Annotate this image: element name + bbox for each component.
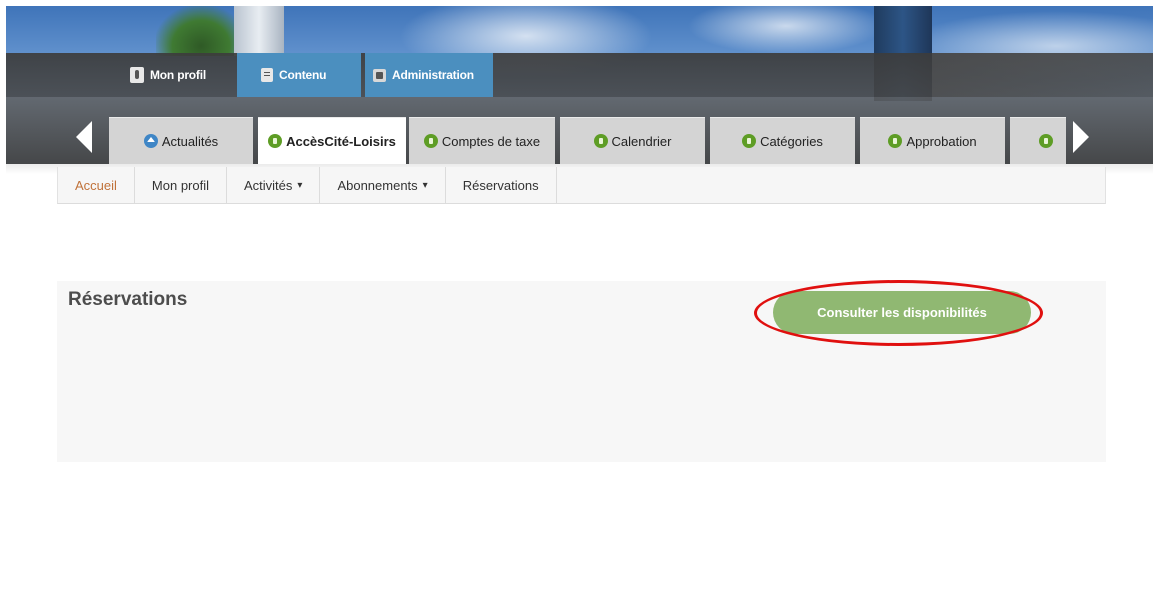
tab-label: Calendrier — [611, 133, 672, 149]
admin-item-label: Mon profil — [150, 68, 206, 82]
admin-item-label: Contenu — [279, 68, 327, 82]
module-subnav: Accueil Mon profil Activités ▾ Abonnemen… — [57, 167, 1106, 204]
tab-label: Actualités — [161, 133, 219, 149]
banner-building-left — [234, 6, 284, 56]
tab-categories[interactable]: Catégories — [710, 117, 855, 164]
reservations-panel: Réservations Consulter les disponibilité… — [57, 281, 1106, 462]
subnav-item-label: Abonnements — [337, 177, 418, 193]
user-icon — [130, 67, 144, 83]
tab-actualites[interactable]: Actualités — [109, 117, 253, 164]
tabs-scroll-right-arrow[interactable] — [1073, 121, 1089, 153]
tab-calendrier[interactable]: Calendrier — [560, 117, 705, 164]
home-icon — [143, 134, 158, 148]
module-icon — [888, 134, 903, 148]
check-availability-button[interactable]: Consulter les disponibilités — [773, 291, 1031, 334]
chevron-down-icon: ▾ — [422, 179, 428, 191]
module-icon — [268, 134, 283, 148]
module-icon — [593, 134, 608, 148]
admin-toolbar: Mon profil Contenu Administration — [6, 53, 1153, 97]
admin-item-administration[interactable]: Administration — [365, 53, 493, 97]
admin-item-label: Administration — [392, 68, 474, 82]
admin-item-contenu[interactable]: Contenu — [237, 53, 361, 97]
tab-label: Approbation — [906, 133, 977, 149]
subnav-item-activites[interactable]: Activités ▾ — [227, 167, 321, 203]
subnav-item-reservations[interactable]: Réservations — [446, 167, 557, 203]
panel-title: Réservations — [68, 289, 188, 310]
module-icon — [1039, 134, 1053, 148]
tab-label: AccèsCité-Loisirs — [286, 133, 396, 149]
tab-partial[interactable] — [1010, 117, 1066, 164]
tabs-scroll-left-arrow[interactable] — [76, 121, 92, 153]
subnav-item-accueil[interactable]: Accueil — [58, 167, 135, 203]
module-icon — [742, 134, 757, 148]
tab-comptes-de-taxe[interactable]: Comptes de taxe — [409, 117, 555, 164]
chevron-down-icon: ▾ — [297, 179, 303, 191]
tab-accescite-loisirs[interactable]: AccèsCité-Loisirs — [258, 117, 406, 164]
banner-trees — [156, 6, 246, 56]
tab-label: Catégories — [760, 133, 823, 149]
document-icon — [261, 68, 273, 82]
tab-approbation[interactable]: Approbation — [860, 117, 1005, 164]
subnav-item-mon-profil[interactable]: Mon profil — [135, 167, 227, 203]
tab-label: Comptes de taxe — [441, 133, 541, 149]
subnav-item-label: Mon profil — [151, 177, 209, 193]
module-icon — [423, 134, 438, 148]
admin-item-mon-profil[interactable]: Mon profil — [119, 53, 237, 97]
subnav-item-abonnements[interactable]: Abonnements ▾ — [320, 167, 446, 203]
subnav-item-label: Accueil — [75, 177, 117, 193]
puzzle-icon — [373, 68, 386, 82]
subnav-item-label: Activités — [244, 177, 293, 193]
subnav-item-label: Réservations — [462, 177, 539, 193]
